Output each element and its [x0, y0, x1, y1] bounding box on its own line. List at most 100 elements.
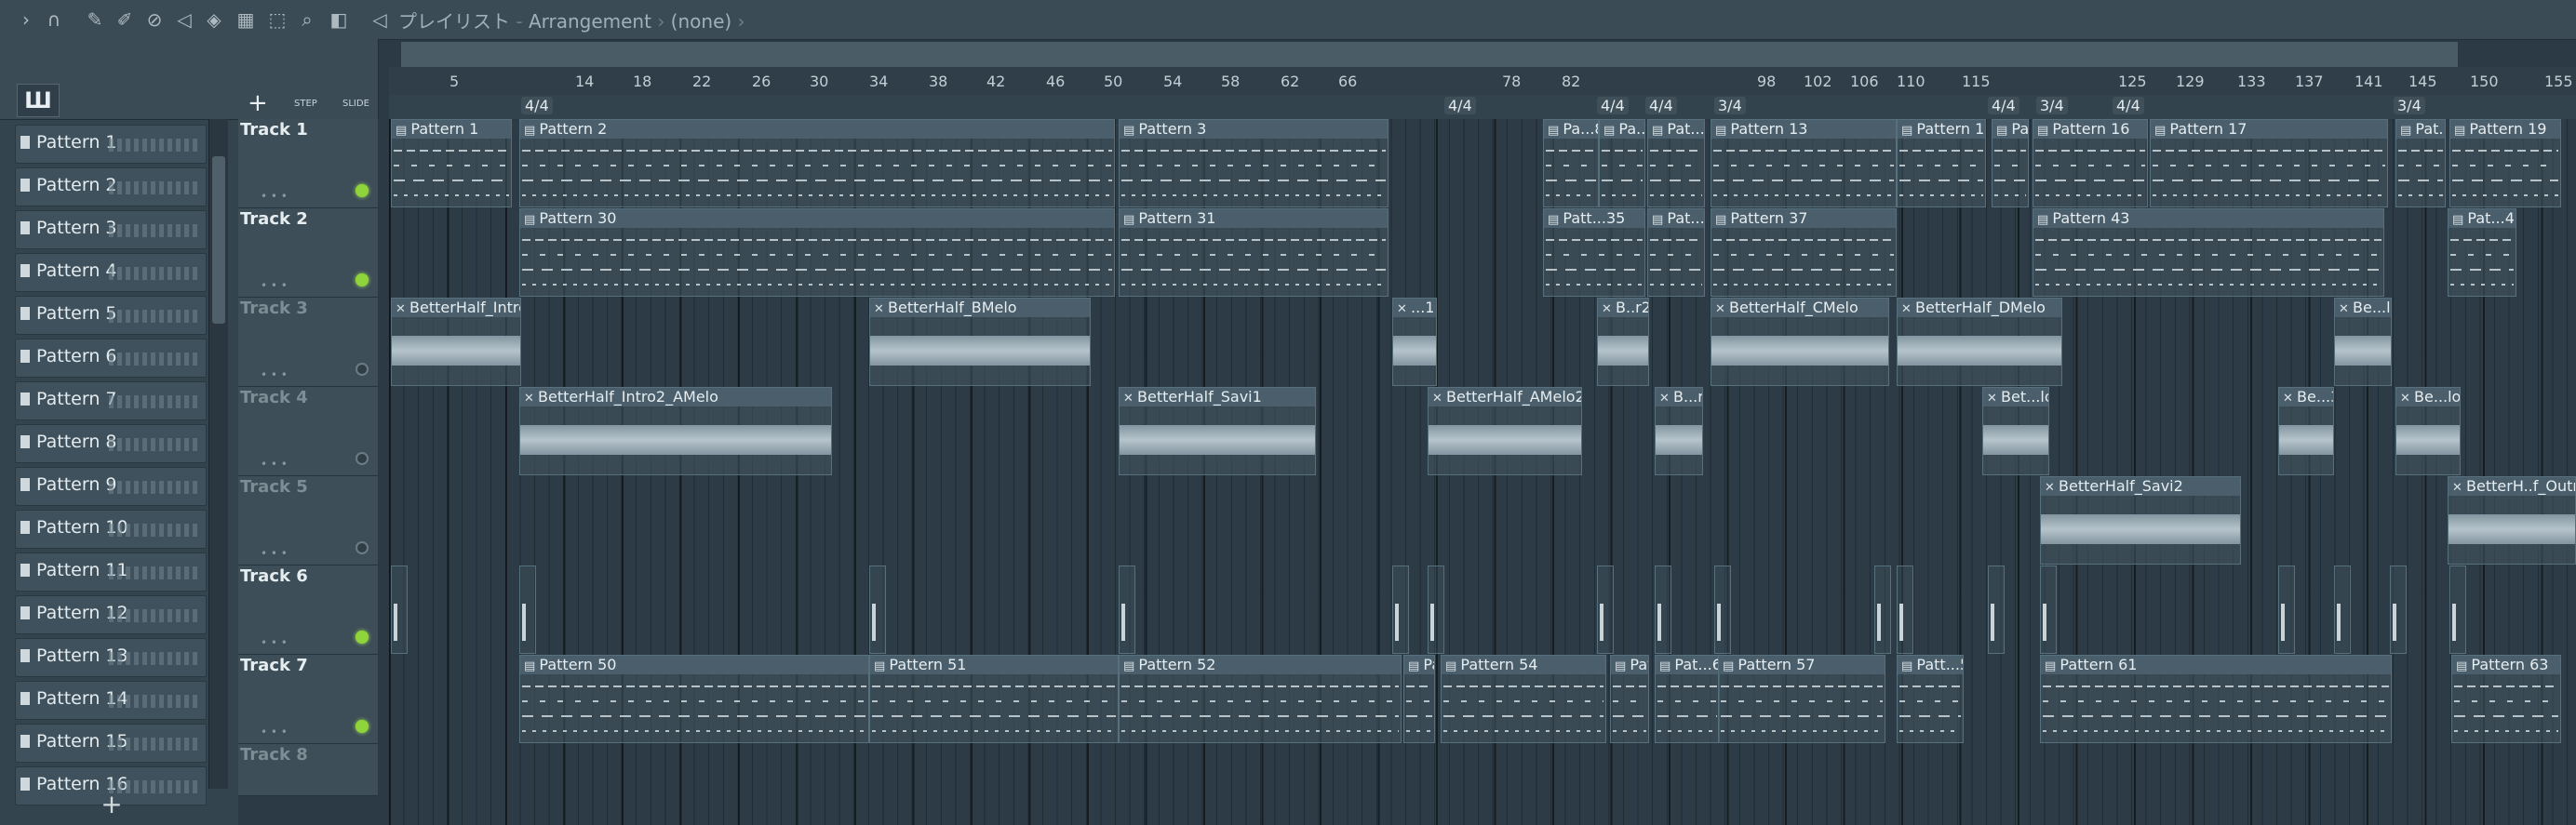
- time-signature-marker[interactable]: 4/4: [1988, 97, 2019, 114]
- pattern-clip[interactable]: Patt...35: [1543, 208, 1645, 297]
- magnet-icon[interactable]: ∩: [43, 8, 65, 31]
- track-header[interactable]: Track 1 • • •: [238, 119, 378, 208]
- pattern-clip[interactable]: Pattern 13: [1711, 119, 1897, 207]
- pattern-clip[interactable]: Pattern 54: [1441, 655, 1606, 743]
- track-options-dots[interactable]: • • •: [261, 190, 288, 203]
- time-signature-marker[interactable]: 4/4: [521, 97, 553, 114]
- pattern-clip[interactable]: Pa...: [1599, 119, 1645, 207]
- pattern-item[interactable]: Pattern 14: [15, 681, 207, 720]
- pattern-item[interactable]: Pattern 4: [15, 253, 207, 292]
- pattern-item[interactable]: Pattern 11: [15, 552, 207, 592]
- automation-clip[interactable]: [1655, 566, 1671, 654]
- automation-clip[interactable]: [1988, 566, 2005, 654]
- automation-clip[interactable]: [519, 566, 536, 654]
- track-mute-led[interactable]: [356, 720, 369, 733]
- pattern-clip[interactable]: Patt...58: [1897, 655, 1964, 743]
- automation-clip[interactable]: [869, 566, 886, 654]
- arrangement-label[interactable]: Arrangement: [529, 10, 651, 33]
- bar-ruler[interactable]: 5 14 18 22 26 30 34 38 42 46 50 54 58 62 66 78 82 98 102 10…: [389, 67, 2576, 96]
- audio-clip[interactable]: Bet...lo2: [1982, 387, 2049, 475]
- pattern-item[interactable]: Pattern 3: [15, 210, 207, 249]
- pattern-clip[interactable]: Pat...6: [1655, 655, 1720, 743]
- track-header[interactable]: Track 3 • • •: [238, 298, 378, 387]
- current-pattern-label[interactable]: (none): [671, 10, 732, 33]
- delete-icon[interactable]: ⊘: [143, 8, 166, 31]
- pattern-clip[interactable]: Pattern 61: [2040, 655, 2392, 743]
- pattern-clip[interactable]: Pattern 31: [1119, 208, 1389, 297]
- pattern-clip[interactable]: Pat...2: [1647, 119, 1705, 207]
- time-signature-marker[interactable]: 3/4: [1714, 97, 1746, 114]
- song-overview[interactable]: [400, 41, 2459, 69]
- sidebar-scrollbar[interactable]: [208, 119, 228, 789]
- pattern-clip[interactable]: Pattern 63: [2451, 655, 2561, 743]
- pattern-picker-button[interactable]: Ш: [17, 84, 60, 117]
- select-icon[interactable]: ⬚: [266, 8, 288, 31]
- step-toggle[interactable]: STEP: [294, 99, 317, 109]
- playback-icon[interactable]: ◧: [328, 8, 350, 31]
- time-signature-marker[interactable]: 3/4: [2036, 97, 2068, 114]
- pattern-clip[interactable]: Pattern 14: [1897, 119, 1986, 207]
- audio-clip[interactable]: BetterHalf_AMelo2: [1428, 387, 1582, 475]
- audio-clip[interactable]: Be...3: [2278, 387, 2334, 475]
- pattern-clip[interactable]: Pattern 57: [1718, 655, 1885, 743]
- pattern-clip[interactable]: Pat...8: [2395, 119, 2446, 207]
- track-header[interactable]: Track 4 • • •: [238, 387, 378, 476]
- pattern-item[interactable]: Pattern 8: [15, 424, 207, 463]
- audio-clip[interactable]: BetterHalf_BMelo: [869, 298, 1091, 386]
- automation-clip[interactable]: [1428, 566, 1444, 654]
- track-options-dots[interactable]: • • •: [261, 368, 288, 381]
- pattern-clip[interactable]: Pattern 2: [519, 119, 1115, 207]
- track-header[interactable]: Track 6 • • •: [238, 566, 378, 655]
- track-options-dots[interactable]: • • •: [261, 279, 288, 292]
- time-signature-marker[interactable]: 4/4: [2113, 97, 2144, 114]
- track-options-dots[interactable]: • • •: [261, 458, 288, 471]
- automation-clip[interactable]: [2390, 566, 2407, 654]
- track-options-dots[interactable]: • • •: [261, 725, 288, 739]
- track-header[interactable]: Track 8: [238, 744, 378, 796]
- pattern-clip[interactable]: Pattern 30: [519, 208, 1115, 297]
- automation-clip[interactable]: [1714, 566, 1731, 654]
- pattern-item[interactable]: Pattern 9: [15, 467, 207, 506]
- audio-clip[interactable]: BetterHalf_Intro1: [391, 298, 521, 386]
- time-signature-marker[interactable]: 3/4: [2394, 97, 2425, 114]
- track-mute-led[interactable]: [356, 631, 369, 644]
- play-triangle-icon[interactable]: ›: [15, 8, 37, 31]
- track-mute-led[interactable]: [356, 452, 369, 465]
- speaker-icon[interactable]: ◁: [369, 8, 391, 31]
- audio-clip[interactable]: Be...lo: [2334, 298, 2392, 386]
- track-options-dots[interactable]: • • •: [261, 547, 288, 560]
- audio-clip[interactable]: BetterHalf_Savi1: [1119, 387, 1316, 475]
- track-header[interactable]: Track 5 • • •: [238, 476, 378, 566]
- pattern-clip[interactable]: Pattern 50: [519, 655, 869, 743]
- pattern-clip[interactable]: Pattern 43: [2033, 208, 2384, 297]
- automation-clip[interactable]: [2278, 566, 2295, 654]
- track-header[interactable]: Track 7 • • •: [238, 655, 378, 744]
- paint-brush-icon[interactable]: ✐: [114, 8, 136, 31]
- track-mute-led[interactable]: [356, 363, 369, 376]
- audio-clip[interactable]: BetterHalf_DMelo: [1897, 298, 2062, 386]
- slide-toggle[interactable]: SLIDE: [342, 99, 369, 109]
- audio-clip[interactable]: BetterH..f_Outro: [2448, 476, 2576, 565]
- time-signature-marker[interactable]: 4/4: [1645, 97, 1677, 114]
- pattern-clip[interactable]: Pattern 1: [391, 119, 512, 207]
- audio-clip[interactable]: BetterHalf_Savi2: [2040, 476, 2241, 565]
- pattern-item[interactable]: Pattern 13: [15, 638, 207, 677]
- time-signature-marker[interactable]: 4/4: [1444, 97, 1476, 114]
- audio-clip[interactable]: BetterHalf_CMelo: [1711, 298, 1889, 386]
- pattern-clip[interactable]: Pa...: [1403, 655, 1435, 743]
- pattern-item[interactable]: Pattern 2: [15, 167, 207, 206]
- audio-clip[interactable]: Be...lo2: [2395, 387, 2461, 475]
- pattern-item[interactable]: Pattern 6: [15, 339, 207, 378]
- add-track-button[interactable]: +: [248, 89, 268, 117]
- pattern-clip[interactable]: Pat...5: [1610, 655, 1649, 743]
- automation-clip[interactable]: [1874, 566, 1891, 654]
- playlist-grid[interactable]: Pattern 1 Pattern 2 Pattern 3 Pa...8 Pa... Pa…: [389, 119, 2576, 825]
- slip-icon[interactable]: ◈: [203, 8, 225, 31]
- automation-clip[interactable]: [1119, 566, 1135, 654]
- add-pattern-button[interactable]: +: [0, 791, 223, 825]
- track-options-dots[interactable]: • • •: [261, 636, 288, 649]
- pattern-item[interactable]: Pattern 10: [15, 510, 207, 549]
- audio-clip[interactable]: B..r2: [1597, 298, 1649, 386]
- pattern-item[interactable]: Pattern 7: [15, 381, 207, 420]
- pattern-clip[interactable]: Pa...: [1992, 119, 2029, 207]
